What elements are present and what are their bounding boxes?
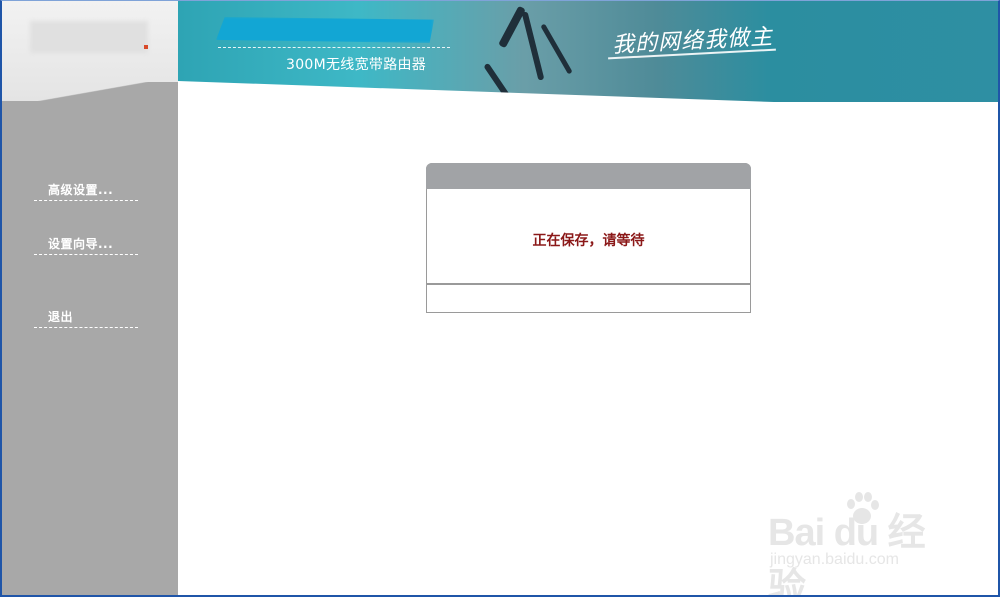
browser-viewport: 高级设置... 设置向导... 退出 300M无线宽带路由器 我的网络我做主 正… — [0, 0, 1000, 597]
decorative-stroke — [540, 23, 573, 75]
product-name: 300M无线宽带路由器 — [286, 57, 427, 73]
banner-bottom-edge — [178, 81, 998, 102]
dialog-header — [426, 163, 751, 189]
paw-icon — [847, 492, 879, 524]
sidebar: 高级设置... 设置向导... 退出 — [2, 1, 178, 595]
watermark: Bai du 经验 jingyan.baidu.com — [768, 485, 958, 595]
logo-accent-dot — [144, 45, 148, 49]
saving-message: 正在保存，请等待 — [532, 233, 645, 249]
watermark-url: jingyan.baidu.com — [770, 551, 899, 568]
banner-dashed-divider — [218, 47, 450, 48]
decorative-stroke — [521, 11, 545, 81]
sidebar-item-advanced-settings[interactable]: 高级设置... — [34, 181, 138, 201]
sidebar-item-logout[interactable]: 退出 — [34, 308, 138, 328]
header-banner: 300M无线宽带路由器 我的网络我做主 — [178, 1, 998, 102]
decorative-stroke — [498, 5, 526, 49]
blurred-logo — [30, 21, 148, 53]
logo-area — [2, 1, 178, 102]
blurred-brand-bar — [216, 17, 434, 43]
sidebar-item-setup-wizard[interactable]: 设置向导... — [34, 235, 138, 255]
dialog-body: 正在保存，请等待 — [427, 189, 750, 285]
saving-dialog: 正在保存，请等待 — [426, 163, 751, 313]
dialog-footer — [427, 287, 750, 313]
